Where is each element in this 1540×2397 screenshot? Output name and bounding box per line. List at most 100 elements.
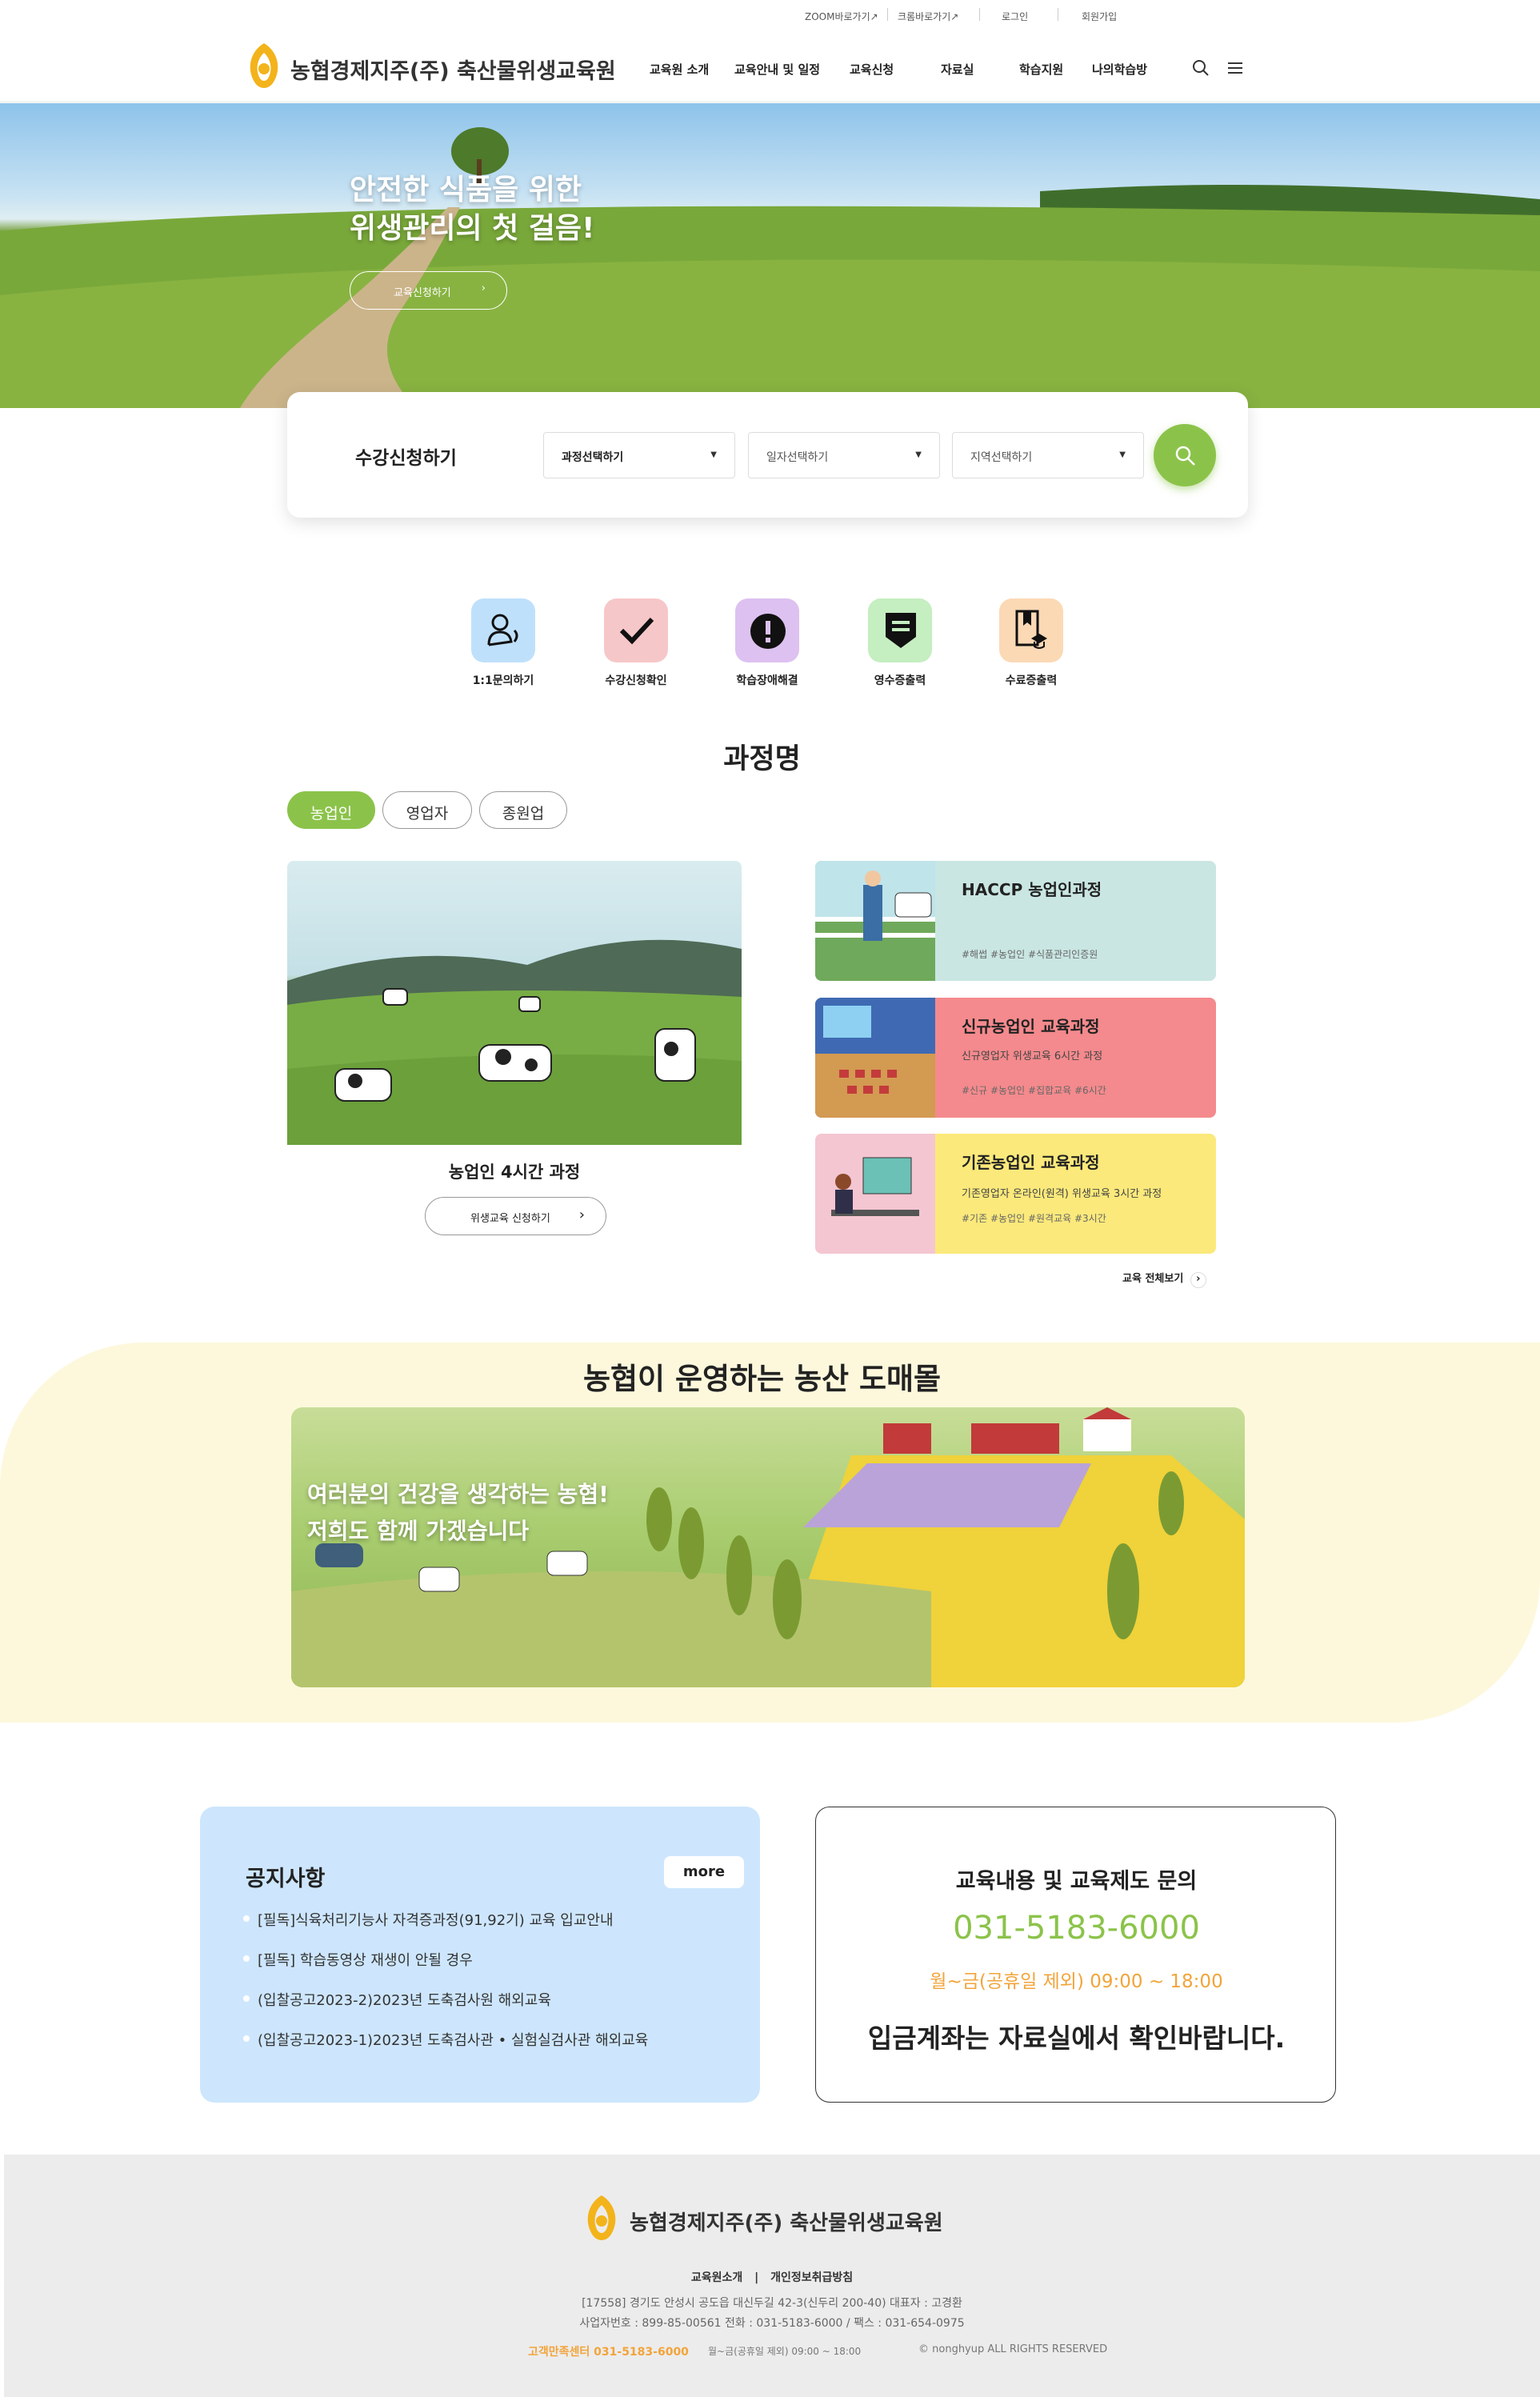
date-select-value: 일자선택하기 [766, 451, 829, 464]
card-tags: #기존 #농업인 #원격교육 #3시간 [962, 1213, 1106, 1224]
site-logo-text[interactable]: 농협경제지주(주) 축산물위생교육원 [290, 54, 616, 85]
tab-farmer[interactable]: 농업인 [287, 791, 375, 829]
nav-item-schedule[interactable]: 교육안내 및 일정 [734, 61, 820, 78]
card-tags: #신규 #농업인 #집합교육 #6시간 [962, 1085, 1106, 1096]
region-select[interactable]: 지역선택하기 ▼ [952, 432, 1144, 478]
menu-icon[interactable] [1228, 61, 1244, 78]
certificate-print-button[interactable] [999, 598, 1063, 662]
featured-course-title: 농업인 4시간 과정 [448, 1162, 581, 1182]
registration-box: 수강신청하기 과정선택하기 ▼ 일자선택하기 ▼ 지역선택하기 ▼ [287, 392, 1248, 518]
mall-slogan-1: 여러분의 건강을 생각하는 농협! [307, 1481, 609, 1507]
zoom-link[interactable]: ZOOM바로가기↗ [805, 10, 878, 23]
tab-business[interactable]: 영업자 [382, 791, 472, 829]
nh-logo-icon [582, 2192, 622, 2247]
contact-phone[interactable]: 031-5183-6000 [816, 1910, 1337, 1947]
view-all-label: 교육 전체보기 [1122, 1273, 1184, 1285]
hero-apply-button[interactable]: 교육신청하기 › [350, 271, 507, 310]
course-select-value: 과정선택하기 [562, 451, 624, 464]
notice-title: 공지사항 [246, 1867, 326, 1891]
signup-link[interactable]: 회원가입 [1082, 10, 1117, 23]
card-subtitle: 신규영업자 위생교육 6시간 과정 [962, 1050, 1103, 1062]
farmer-course-image [287, 861, 742, 1145]
view-all-courses-link[interactable]: 교육 전체보기 › [1122, 1270, 1206, 1288]
footer-about-link[interactable]: 교육원소개 [691, 2271, 742, 2284]
nav-item-support[interactable]: 학습지원 [1019, 61, 1063, 78]
course-card-haccp[interactable]: HACCP 농업인과정 #해썹 #농업인 #식품관리인증원 [815, 861, 1216, 981]
nav-item-mypage[interactable]: 나의학습방 [1092, 61, 1147, 78]
lecture-hall-image [815, 998, 935, 1118]
quick-link-label: 영수증출력 [874, 674, 926, 687]
nav-item-about[interactable]: 교육원 소개 [650, 61, 709, 78]
footer-logo-text: 농협경제지주(주) 축산물위생교육원 [630, 2211, 943, 2235]
apply-hygiene-label: 위생교육 신청하기 [470, 1213, 550, 1225]
section-title: 과정명 [723, 743, 801, 775]
registration-check-button[interactable] [604, 598, 668, 662]
contact-hours: 월~금(공휴일 제외) 09:00 ~ 18:00 [930, 1971, 1223, 1992]
course-select[interactable]: 과정선택하기 ▼ [543, 432, 735, 478]
card-subtitle: 기존영업자 온라인(원격) 위생교육 3시간 과정 [962, 1188, 1162, 1200]
online-class-image [815, 1134, 935, 1254]
notice-more-button[interactable]: more [664, 1856, 744, 1888]
chevron-right-icon: › [481, 282, 486, 294]
login-link[interactable]: 로그인 [1002, 10, 1028, 23]
registration-title: 수강신청하기 [355, 448, 457, 469]
chrome-link[interactable]: 크롬바로가기↗ [898, 10, 958, 23]
certificate-icon [1015, 610, 1047, 649]
caret-down-icon: ▼ [1119, 450, 1126, 459]
divider [887, 8, 888, 21]
mall-banner[interactable]: 여러분의 건강을 생각하는 농협! 저희도 함께 가겠습니다 [291, 1407, 1245, 1687]
farmer-cow-image [815, 861, 935, 981]
notice-item[interactable]: (입찰공고2023-2)2023년 도축검사원 해외교육 [243, 1989, 551, 2010]
inquiry-button[interactable] [471, 598, 535, 662]
footer: 농협경제지주(주) 축산물위생교육원 교육원소개 | 개인정보취급방침 [175… [4, 2155, 1540, 2397]
nav-item-apply[interactable]: 교육신청 [850, 61, 894, 78]
notice-item[interactable]: [필독]식육처리기능사 자격증과정(91,92기) 교육 입교안내 [243, 1909, 614, 1930]
quick-link-label: 1:1문의하기 [472, 674, 534, 687]
region-select-value: 지역선택하기 [970, 451, 1033, 464]
chevron-right-icon: › [1190, 1272, 1206, 1288]
footer-cs-phone: 고객만족센터 031-5183-6000 [528, 2346, 689, 2359]
card-title: 기존농업인 교육과정 [962, 1153, 1100, 1172]
divider: | [754, 2271, 759, 2284]
date-select[interactable]: 일자선택하기 ▼ [748, 432, 940, 478]
checkmark-icon [619, 617, 654, 645]
hero-banner: 안전한 식품을 위한 위생관리의 첫 걸음! 교육신청하기 › [0, 103, 1540, 408]
course-card-existing[interactable]: 기존농업인 교육과정 기존영업자 온라인(원격) 위생교육 3시간 과정 #기존… [815, 1134, 1216, 1254]
search-icon[interactable] [1192, 59, 1210, 80]
search-icon [1175, 446, 1195, 466]
quick-link-label: 수료증출력 [1005, 674, 1058, 687]
nh-logo-icon[interactable] [244, 40, 284, 94]
hero-headline-2: 위생관리의 첫 걸음! [350, 212, 595, 245]
warning-icon [750, 614, 786, 649]
person-chat-icon [487, 614, 518, 646]
search-submit-button[interactable] [1154, 424, 1216, 486]
receipt-print-button[interactable] [868, 598, 932, 662]
caret-down-icon: ▼ [915, 450, 922, 459]
footer-privacy-link[interactable]: 개인정보취급방침 [770, 2271, 853, 2284]
caret-down-icon: ▼ [710, 450, 717, 459]
footer-copyright: © nonghyup ALL RIGHTS RESERVED [918, 2343, 1108, 2355]
course-card-new[interactable]: 신규농업인 교육과정 신규영업자 위생교육 6시간 과정 #신규 #농업인 #집… [815, 998, 1216, 1118]
main-header: 농협경제지주(주) 축산물위생교육원 교육원 소개 교육안내 및 일정 교육신청… [0, 32, 1540, 102]
card-title: 신규농업인 교육과정 [962, 1017, 1100, 1036]
hero-apply-label: 교육신청하기 [394, 287, 451, 299]
footer-cs-hours: 월~금(공휴일 제외) 09:00 ~ 18:00 [708, 2346, 862, 2357]
footer-business-info: 사업자번호 : 899-85-00561 전화 : 031-5183-6000 … [579, 2317, 965, 2330]
contact-title: 교육내용 및 교육제도 문의 [955, 1869, 1198, 1894]
footer-address: [17558] 경기도 안성시 공도읍 대신두길 42-3(신두리 200-40… [582, 2297, 962, 2310]
notice-item[interactable]: (입찰공고2023-1)2023년 도축검사관 • 실험실검사관 해외교육 [242, 2029, 648, 2050]
mall-slogan-2: 저희도 함께 가겠습니다 [307, 1518, 530, 1544]
mall-title: 농협이 운영하는 농산 도매몰 [582, 1362, 942, 1396]
quick-link-label: 학습장애해결 [736, 674, 798, 687]
notice-panel: 공지사항 more [필독]식육처리기능사 자격증과정(91,92기) 교육 입… [200, 1807, 760, 2103]
farm-landscape-image [0, 127, 1540, 408]
notice-item[interactable]: [필독] 학습동영상 재생이 안될 경우 [243, 1949, 473, 1970]
quick-link-label: 수강신청확인 [605, 674, 667, 687]
apply-hygiene-button[interactable]: 위생교육 신청하기 › [425, 1197, 606, 1235]
account-note: 입금계좌는 자료실에서 확인바랍니다. [867, 2023, 1286, 2054]
hero-headline-1: 안전한 식품을 위한 [350, 174, 582, 206]
tab-breeder[interactable]: 종원업 [479, 791, 567, 829]
nav-item-library[interactable]: 자료실 [941, 61, 974, 78]
learning-issue-button[interactable] [735, 598, 799, 662]
contact-panel: 교육내용 및 교육제도 문의 031-5183-6000 월~금(공휴일 제외)… [815, 1807, 1336, 2103]
